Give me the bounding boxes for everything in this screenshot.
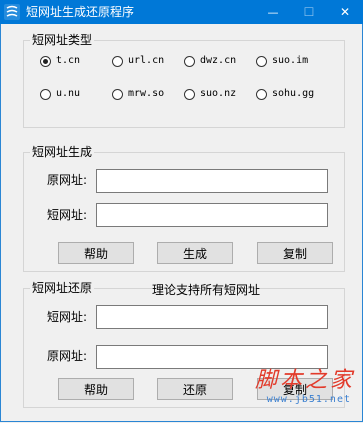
minimize-button[interactable]: — bbox=[255, 0, 291, 24]
radio-suo-nz[interactable]: suo.nz bbox=[184, 86, 236, 102]
generate-original-url-label: 原网址: bbox=[47, 173, 88, 187]
generate-short-url-input[interactable] bbox=[96, 203, 328, 227]
watermark-text: 脚本之家 bbox=[254, 368, 355, 393]
radio-label: sohu.gg bbox=[272, 88, 315, 99]
restore-original-url-label: 原网址: bbox=[47, 349, 88, 363]
radio-indicator[interactable] bbox=[112, 55, 123, 67]
radio-dwz-cn[interactable]: dwz.cn bbox=[184, 53, 236, 69]
restore-help-button[interactable]: 帮助 bbox=[58, 378, 134, 400]
radio-indicator[interactable] bbox=[184, 55, 195, 67]
maximize-icon: ☐ bbox=[303, 5, 315, 19]
watermark-url: www.jb51.net bbox=[266, 394, 351, 405]
radio-label: suo.im bbox=[272, 55, 309, 66]
restore-support-note: 理论支持所有短网址 bbox=[152, 283, 261, 297]
restore-button[interactable]: 还原 bbox=[157, 378, 233, 400]
radio-indicator[interactable] bbox=[256, 55, 267, 67]
radio-u-nu[interactable]: u.nu bbox=[40, 86, 80, 102]
radio-label: t.cn bbox=[56, 55, 81, 66]
radio-t-cn[interactable]: t.cn bbox=[40, 53, 80, 69]
close-button[interactable]: ✕ bbox=[327, 0, 363, 24]
minimize-icon: — bbox=[267, 5, 279, 19]
generate-original-url-input[interactable] bbox=[96, 169, 328, 193]
window-title: 短网址生成还原程序 bbox=[26, 5, 135, 19]
radio-indicator[interactable] bbox=[256, 88, 267, 100]
url-type-group-title: 短网址类型 bbox=[30, 32, 95, 48]
radio-label: dwz.cn bbox=[200, 55, 237, 66]
radio-indicator[interactable] bbox=[40, 88, 51, 100]
restore-short-url-label: 短网址: bbox=[47, 310, 88, 324]
title-bar[interactable]: 短网址生成还原程序 — ☐ ✕ bbox=[0, 0, 363, 24]
generate-button[interactable]: 生成 bbox=[157, 242, 233, 264]
radio-indicator[interactable] bbox=[40, 55, 51, 67]
radio-url-cn[interactable]: url.cn bbox=[112, 53, 164, 69]
radio-suo-im[interactable]: suo.im bbox=[256, 53, 308, 69]
generate-group-title: 短网址生成 bbox=[30, 144, 95, 160]
radio-label: suo.nz bbox=[200, 88, 237, 99]
radio-indicator[interactable] bbox=[112, 88, 123, 100]
radio-label: mrw.so bbox=[128, 88, 165, 99]
radio-mrw-so[interactable]: mrw.so bbox=[112, 86, 164, 102]
generate-short-url-label: 短网址: bbox=[47, 208, 88, 222]
generate-copy-button[interactable]: 复制 bbox=[257, 242, 333, 264]
close-icon: ✕ bbox=[339, 5, 351, 19]
radio-sohu-gg[interactable]: sohu.gg bbox=[256, 86, 314, 102]
app-icon bbox=[4, 4, 20, 20]
generate-help-button[interactable]: 帮助 bbox=[58, 242, 134, 264]
radio-label: url.cn bbox=[128, 55, 165, 66]
maximize-button: ☐ bbox=[291, 0, 327, 24]
restore-group-title: 短网址还原 bbox=[30, 280, 95, 296]
restore-short-url-input[interactable] bbox=[96, 305, 328, 329]
radio-label: u.nu bbox=[56, 88, 81, 99]
radio-indicator[interactable] bbox=[184, 88, 195, 100]
